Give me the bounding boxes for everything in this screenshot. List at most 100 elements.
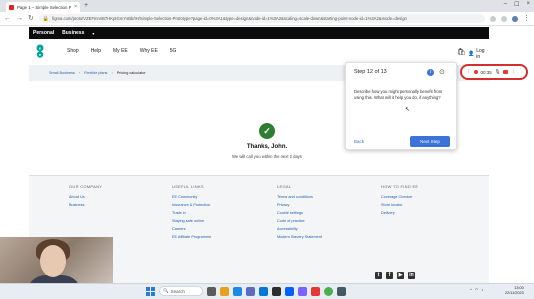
footer-link[interactable]: Privacy (277, 203, 322, 207)
forward-arrow-icon[interactable]: → (16, 15, 23, 23)
footer-link[interactable]: Trade in (172, 211, 211, 215)
address-bar[interactable]: 🔒 figma.com/proto/VZEFmnnB7HKptGmYsBb/IH… (38, 14, 485, 23)
breadcrumb-pricing-calculator: Pricing calculator (116, 71, 146, 75)
browser-tabstrip: Page 1 – Simple Selection Proto... × + –… (0, 0, 534, 12)
nav-item-shop[interactable]: Shop (67, 48, 79, 54)
maximize-icon[interactable]: ☐ (514, 1, 519, 8)
new-tab-button[interactable]: + (84, 2, 88, 10)
footer-link[interactable]: Store locator (381, 203, 418, 207)
next-step-button[interactable]: Next Step (410, 136, 450, 147)
back-button[interactable]: Back (354, 139, 364, 144)
back-arrow-icon[interactable]: ← (4, 15, 11, 23)
breadcrumb-separator-icon: › (111, 71, 113, 75)
search-icon: 🔍 (163, 288, 169, 293)
toolbar-icons: ⋮ (490, 15, 530, 23)
search-label: Search (170, 288, 185, 294)
footer-heading: LEGAL (277, 184, 292, 189)
youtube-icon[interactable]: ▶ (397, 272, 404, 279)
footer-link[interactable]: Code of practice (277, 219, 322, 223)
chevron-down-icon: ▾ (92, 30, 95, 36)
browser-tab[interactable]: Page 1 – Simple Selection Proto... × (6, 2, 80, 12)
footer-column-how-to-find-ee: HOW TO FIND EE Coverage Checker Store lo… (381, 184, 418, 219)
facebook-icon[interactable]: f (386, 272, 393, 279)
footer-column-our-company: OUR COMPANY About Us Business (69, 184, 102, 211)
footer-link[interactable]: Modern Slavery Statement (277, 235, 322, 239)
system-tray: ^ ◠ ♪ (470, 287, 483, 292)
url-text: figma.com/proto/VZEFmnnB7HKptGmYsBb/IH/S… (52, 16, 407, 21)
terminal-icon[interactable] (272, 286, 281, 296)
profile-avatar[interactable] (512, 15, 518, 22)
volume-icon[interactable]: ♪ (481, 287, 483, 292)
footer-heading: OUR COMPANY (69, 184, 103, 189)
close-tab-icon[interactable]: × (74, 4, 77, 10)
close-window-icon[interactable]: × (526, 1, 530, 8)
ee-logo-icon[interactable]: e e (34, 44, 46, 58)
twitter-icon[interactable]: t (375, 272, 382, 279)
main-nav: Shop Help My EE Why EE 5G (67, 48, 176, 54)
os-taskbar: 🔍 Search ^ ◠ ♪ 13:00 22/11/2023 (0, 283, 534, 299)
mouse-cursor-icon: ↖ (405, 107, 411, 113)
browser-menu-icon[interactable]: ⋮ (523, 15, 530, 23)
webcam-person-face (40, 245, 66, 277)
footer-heading: HOW TO FIND EE (381, 184, 419, 189)
camera-icon[interactable] (503, 70, 509, 74)
bookmark-star-icon[interactable] (490, 15, 496, 22)
step-counter: Step 12 of 13 (354, 69, 387, 75)
footer-column-legal: LEGAL Terms and conditions Privacy Cooki… (277, 184, 322, 243)
footer-link[interactable]: Careers (172, 227, 211, 231)
login-button[interactable]: 👤 Log in (468, 48, 489, 60)
breadcrumb-small-business[interactable]: Small Business (49, 71, 75, 75)
footer-link[interactable]: Insurance & Protection (172, 203, 211, 207)
chrome-icon[interactable] (324, 286, 333, 296)
basket-icon[interactable]: 🛍 (457, 48, 466, 56)
taskbar-search[interactable]: 🔍 Search (159, 286, 203, 296)
tab-title: Page 1 – Simple Selection Proto... (17, 4, 72, 10)
app-icon[interactable] (311, 286, 320, 296)
more-options-icon[interactable]: ⋮ (511, 69, 516, 75)
footer-link[interactable]: About Us (69, 195, 102, 199)
footer-link[interactable]: EE Community (172, 195, 211, 199)
browser-toolbar: ← → ↻ 🔒 figma.com/proto/VZEFmnnB7HKptGmY… (0, 12, 534, 26)
outlook-icon[interactable] (259, 286, 268, 296)
clock-date: 22/11/2023 (505, 291, 524, 295)
nav-item-why-ee[interactable]: Why EE (140, 48, 158, 54)
extensions-icon[interactable] (501, 15, 507, 22)
login-label: Log in (476, 48, 485, 60)
edge-browser-icon[interactable] (233, 286, 242, 296)
social-links: t f ▶ in (375, 272, 415, 279)
footer-link[interactable]: Accessibility (277, 227, 322, 231)
nav-item-help[interactable]: Help (91, 48, 101, 54)
personal-link[interactable]: Personal (33, 30, 54, 36)
footer-heading: USEFUL LINKS (172, 184, 204, 189)
chevron-up-icon[interactable]: ^ (470, 287, 472, 292)
drag-handle-icon[interactable]: ⋮ (466, 69, 471, 75)
reload-icon[interactable]: ↻ (28, 15, 34, 23)
app-icon[interactable] (337, 286, 346, 296)
task-view-icon[interactable] (207, 286, 216, 296)
minimize-icon[interactable]: – (504, 1, 507, 8)
file-explorer-icon[interactable] (220, 286, 229, 296)
nav-item-my-ee[interactable]: My EE (113, 48, 128, 54)
nav-item-5g[interactable]: 5G (170, 48, 177, 54)
app-icon[interactable] (298, 286, 307, 296)
footer-link[interactable]: Delivery (381, 211, 418, 215)
breadcrumb-flexible-plans[interactable]: Flexible plans (84, 71, 107, 75)
help-icon[interactable]: i (427, 69, 434, 76)
footer-link[interactable]: Terms and conditions (277, 195, 322, 199)
windows-start-icon[interactable] (146, 286, 155, 296)
linkedin-icon[interactable]: in (408, 272, 415, 279)
microphone-icon[interactable]: 🎙 (495, 69, 501, 75)
footer-link[interactable]: Coverage Checker (381, 195, 418, 199)
lock-icon: 🔒 (42, 15, 50, 22)
collapse-icon[interactable]: ⊙ (439, 68, 445, 76)
taskbar-clock[interactable]: 13:00 22/11/2023 (505, 286, 524, 296)
footer-link[interactable]: EE Affiliate Programme (172, 235, 211, 239)
teams-icon[interactable] (246, 286, 255, 296)
footer-link[interactable]: Cookie settings (277, 211, 322, 215)
business-link[interactable]: Business (62, 30, 84, 36)
dropbox-icon[interactable] (285, 286, 294, 296)
site-top-bar: Personal Business ▾ (29, 27, 489, 39)
footer-link[interactable]: Staying safe online (172, 219, 211, 223)
footer-link[interactable]: Business (69, 203, 102, 207)
wifi-icon[interactable]: ◠ (475, 287, 479, 292)
